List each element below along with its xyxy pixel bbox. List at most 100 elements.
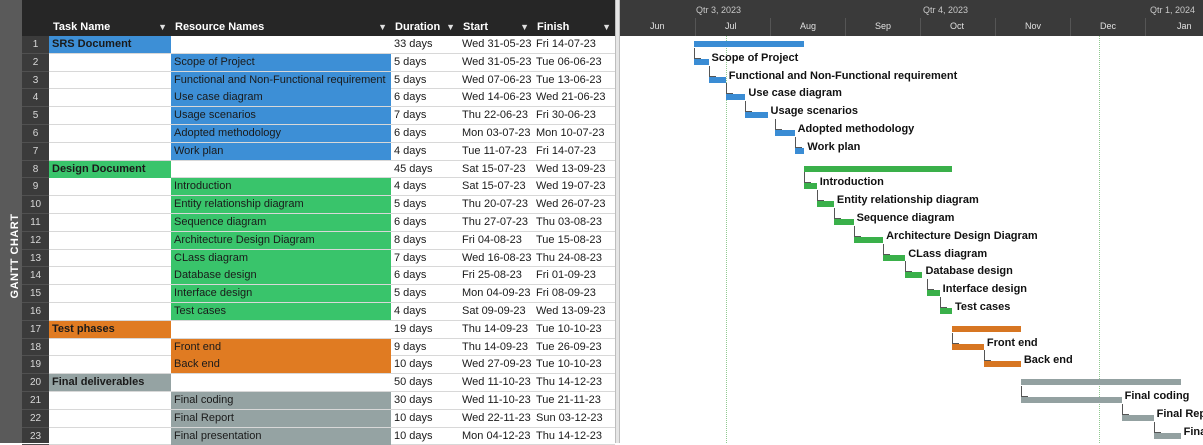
task-bar[interactable] — [708, 76, 726, 83]
cell-task[interactable] — [49, 410, 171, 427]
cell-duration[interactable]: 5 days — [391, 285, 459, 302]
chevron-down-icon[interactable]: ▼ — [520, 18, 529, 36]
cell-finish[interactable]: Wed 21-06-23 — [533, 89, 615, 106]
task-bar[interactable] — [927, 290, 940, 297]
row-number[interactable]: 19 — [22, 356, 49, 375]
row-number[interactable]: 22 — [22, 410, 49, 428]
row-number[interactable]: 3 — [22, 72, 49, 90]
cell-duration[interactable]: 6 days — [391, 214, 459, 231]
cell-duration[interactable]: 6 days — [391, 89, 459, 106]
cell-resource[interactable]: Architecture Design Diagram — [171, 231, 391, 249]
column-header-task-name[interactable]: Task Name ▼ — [49, 18, 171, 36]
cell-resource[interactable]: Entity relationship diagram — [171, 196, 391, 214]
cell-resource[interactable]: Database design — [171, 267, 391, 285]
task-bar[interactable] — [794, 147, 805, 154]
cell-start[interactable]: Mon 03-07-23 — [459, 125, 533, 142]
cell-resource[interactable]: CLass diagram — [171, 249, 391, 267]
cell-duration[interactable]: 5 days — [391, 196, 459, 213]
row-number[interactable]: 23 — [22, 428, 49, 445]
cell-finish[interactable]: Tue 10-10-23 — [533, 356, 615, 373]
task-bar[interactable] — [774, 130, 795, 136]
cell-resource[interactable]: Introduction — [171, 178, 391, 196]
row-number[interactable]: 14 — [22, 267, 49, 286]
summary-bar[interactable] — [804, 165, 952, 172]
cell-duration[interactable]: 4 days — [391, 178, 459, 195]
cell-finish[interactable]: Thu 14-12-23 — [533, 374, 615, 391]
row-number[interactable]: 4 — [22, 89, 49, 108]
cell-finish[interactable]: Tue 13-06-23 — [533, 72, 615, 89]
row-number[interactable]: 17 — [22, 321, 49, 339]
cell-task[interactable] — [49, 72, 171, 89]
cell-start[interactable]: Wed 11-10-23 — [459, 392, 533, 409]
row-number[interactable]: 8 — [22, 161, 49, 179]
cell-task[interactable] — [49, 285, 171, 302]
row-number[interactable]: 7 — [22, 143, 49, 161]
cell-start[interactable]: Thu 22-06-23 — [459, 107, 533, 124]
task-bar[interactable] — [951, 343, 984, 350]
cell-duration[interactable]: 7 days — [391, 107, 459, 124]
cell-resource[interactable]: Front end — [171, 338, 391, 356]
cell-finish[interactable]: Fri 14-07-23 — [533, 143, 615, 160]
cell-task[interactable] — [49, 356, 171, 373]
cell-task[interactable] — [49, 250, 171, 267]
cell-duration[interactable]: 19 days — [391, 321, 459, 338]
cell-resource[interactable]: Usage scenarios — [171, 107, 391, 125]
cell-duration[interactable]: 8 days — [391, 232, 459, 249]
cell-duration[interactable]: 4 days — [391, 143, 459, 160]
cell-duration[interactable]: 10 days — [391, 428, 459, 445]
cell-start[interactable]: Wed 16-08-23 — [459, 250, 533, 267]
cell-finish[interactable]: Tue 21-11-23 — [533, 392, 615, 409]
cell-start[interactable]: Wed 31-05-23 — [459, 54, 533, 71]
cell-duration[interactable]: 50 days — [391, 374, 459, 391]
chevron-down-icon[interactable]: ▼ — [378, 18, 387, 36]
cell-task[interactable]: Final deliverables — [49, 374, 171, 392]
cell-task[interactable]: Design Document — [49, 160, 171, 178]
task-bar[interactable] — [1121, 414, 1154, 421]
cell-task[interactable] — [49, 339, 171, 356]
summary-bar[interactable] — [693, 41, 805, 47]
cell-resource[interactable]: Sequence diagram — [171, 214, 391, 231]
task-bar[interactable] — [1153, 432, 1181, 439]
cell-finish[interactable]: Tue 06-06-23 — [533, 54, 615, 71]
cell-start[interactable]: Thu 20-07-23 — [459, 196, 533, 213]
table-row[interactable]: Sequence diagram 6 days Thu 27-07-23 Thu 03… — [22, 214, 615, 232]
cell-resource[interactable] — [171, 374, 391, 391]
table-row[interactable]: SRS Document 33 days Wed 31-05-23 Fri 14-07… — [22, 36, 615, 54]
table-row[interactable]: CLass diagram 7 days Wed 16-08-23 Thu 24-08… — [22, 249, 615, 268]
cell-task[interactable]: Test phases — [49, 320, 171, 338]
cell-resource[interactable]: Scope of Project — [171, 53, 391, 71]
task-bar[interactable] — [1020, 397, 1122, 403]
cell-start[interactable]: Thu 27-07-23 — [459, 214, 533, 231]
cell-finish[interactable]: Fri 30-06-23 — [533, 107, 615, 124]
row-number[interactable]: 18 — [22, 339, 49, 357]
cell-start[interactable]: Wed 14-06-23 — [459, 89, 533, 106]
cell-finish[interactable]: Fri 01-09-23 — [533, 267, 615, 284]
cell-start[interactable]: Tue 11-07-23 — [459, 143, 533, 160]
table-row[interactable]: Introduction 4 days Sat 15-07-23 Wed 19-07-… — [22, 178, 615, 197]
cell-duration[interactable]: 7 days — [391, 250, 459, 267]
cell-start[interactable]: Thu 14-09-23 — [459, 339, 533, 356]
cell-resource[interactable] — [171, 321, 391, 338]
table-row[interactable]: Test cases 4 days Sat 09-09-23 Wed 13-09-23 — [22, 303, 615, 321]
column-header-start[interactable]: Start ▼ — [459, 18, 533, 36]
row-number[interactable]: 21 — [22, 392, 49, 410]
table-row[interactable]: Architecture Design Diagram 8 days Fri 04-… — [22, 231, 615, 250]
table-row[interactable]: Interface design 5 days Mon 04-09-23 Fri 08… — [22, 285, 615, 303]
cell-resource[interactable] — [171, 161, 391, 178]
chevron-down-icon[interactable]: ▼ — [446, 18, 455, 36]
cell-start[interactable]: Wed 07-06-23 — [459, 72, 533, 89]
cell-start[interactable]: Fri 04-08-23 — [459, 232, 533, 249]
row-number[interactable]: 2 — [22, 54, 49, 72]
cell-duration[interactable]: 45 days — [391, 161, 459, 178]
cell-finish[interactable]: Tue 15-08-23 — [533, 232, 615, 249]
cell-finish[interactable]: Tue 10-10-23 — [533, 321, 615, 338]
cell-finish[interactable]: Thu 14-12-23 — [533, 428, 615, 445]
task-bar[interactable] — [905, 272, 923, 279]
table-row[interactable]: Test phases 19 days Thu 14-09-23 Tue 10-10-… — [22, 320, 615, 339]
cell-task[interactable] — [49, 232, 171, 249]
cell-resource[interactable]: Work plan — [171, 142, 391, 160]
table-row[interactable]: Work plan 4 days Tue 11-07-23 Fri 14-07-23 — [22, 142, 615, 161]
cell-resource[interactable]: Functional and Non-Functional requiremen… — [171, 71, 391, 89]
cell-resource[interactable]: Use case diagram — [171, 89, 391, 107]
cell-duration[interactable]: 6 days — [391, 267, 459, 284]
